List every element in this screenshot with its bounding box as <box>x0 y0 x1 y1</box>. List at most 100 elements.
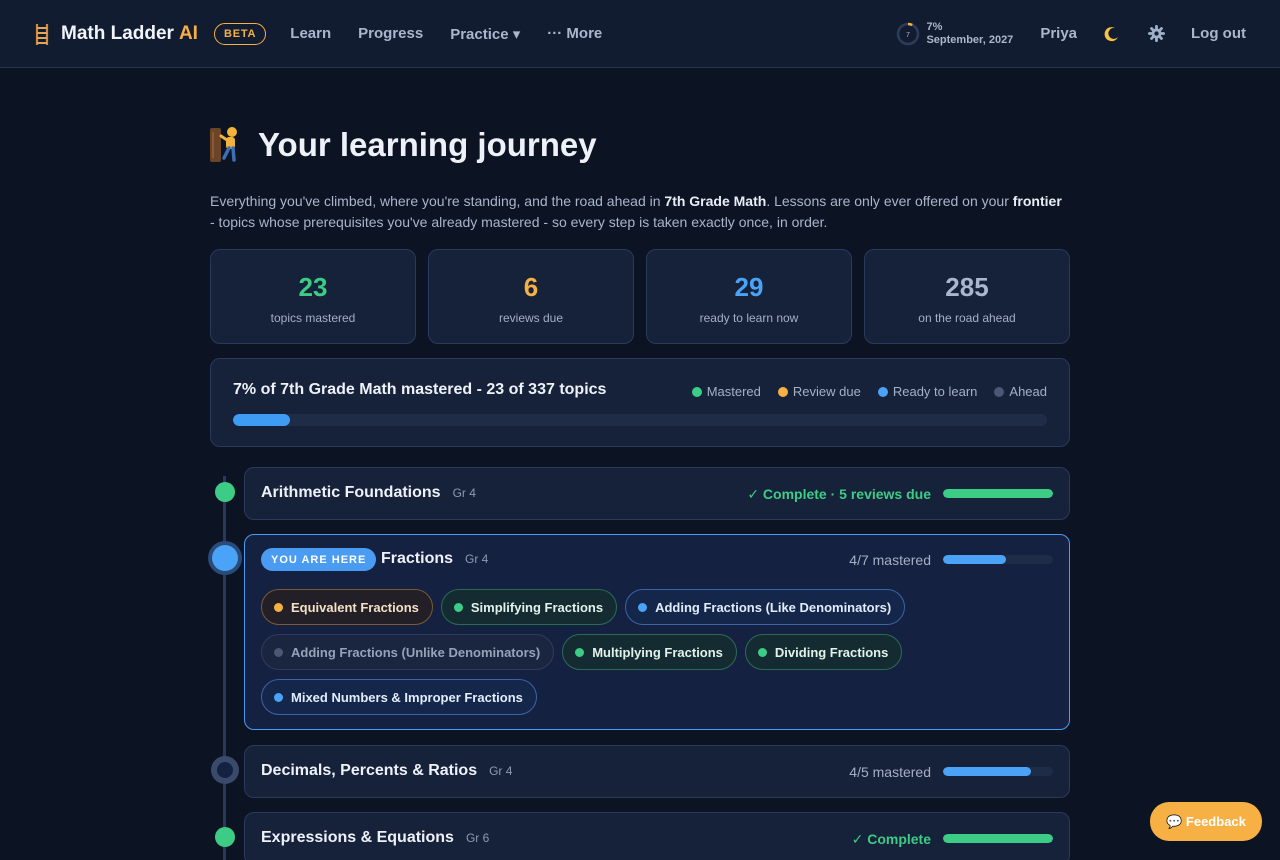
goal-progress-indicator[interactable]: 7 7% September, 2027 <box>896 21 1013 47</box>
topic-status-dot <box>453 602 463 612</box>
legend-label: Mastered <box>706 384 761 399</box>
unit-card[interactable]: Expressions & Equations Gr 6 ✓ Complete <box>244 812 1070 860</box>
legend-dot <box>994 386 1005 397</box>
timeline-line <box>223 476 226 860</box>
stat-card: 285 on the road ahead <box>864 249 1070 344</box>
intro-text-part-1: Everything you've climbed, where you're … <box>210 193 665 209</box>
timeline-node <box>214 482 235 502</box>
unit-card[interactable]: Decimals, Percents & Ratios Gr 4 4/5 maste… <box>244 745 1070 798</box>
overall-progress-title: 7% of 7th Grade Math mastered - 23 of 33… <box>233 381 607 398</box>
unit-title: Arithmetic Foundations Gr 4 <box>261 484 476 502</box>
nav-progress[interactable]: Progress <box>358 25 423 42</box>
topic-status-dot <box>274 647 283 657</box>
unit-progress-bar <box>943 767 1053 776</box>
timeline-node <box>214 827 235 847</box>
topic-chip[interactable]: Adding Fractions (Like Denominators) <box>625 589 906 625</box>
topic-chip[interactable]: Multiplying Fractions <box>562 634 737 670</box>
topic-chip[interactable]: Mixed Numbers & Improper Fractions <box>261 679 537 715</box>
unit-progress-bar <box>943 834 1053 843</box>
unit-status: ✓ Complete <box>851 831 931 847</box>
topic-chip[interactable]: Dividing Fractions <box>744 634 903 670</box>
legend-item: Review due <box>777 384 861 399</box>
goal-date: September, 2027 <box>926 33 1014 46</box>
you-are-here-badge: YOU ARE HERE <box>261 548 377 571</box>
stat-label: ready to learn now <box>699 311 799 325</box>
stat-value: 23 <box>298 272 328 302</box>
unit-title: Fractions Gr 4 <box>381 550 488 568</box>
unit-progress-fill <box>943 555 1006 564</box>
user-name[interactable]: Priya <box>1040 25 1077 42</box>
brand-name: Math Ladder <box>61 22 174 44</box>
topic-label: Simplifying Fractions <box>470 599 604 615</box>
unit-title: Decimals, Percents & Ratios Gr 4 <box>261 762 512 780</box>
topic-label: Adding Fractions (Unlike Denominators) <box>291 644 541 660</box>
intro-text-part-2: . Lessons are only ever offered on your <box>766 193 1013 209</box>
legend-item: Ahead <box>994 384 1047 399</box>
intro-frontier-term: frontier <box>1012 193 1062 209</box>
nav-practice-dropdown[interactable]: Practice ▾ <box>450 25 520 43</box>
topic-label: Multiplying Fractions <box>592 644 723 660</box>
top-navigation-bar: Math Ladder AI BETA Learn Progress Pract… <box>0 0 1280 68</box>
legend-dot <box>777 386 788 397</box>
topic-label: Dividing Fractions <box>774 644 889 660</box>
stat-label: on the road ahead <box>918 311 1016 325</box>
topic-chip[interactable]: Equivalent Fractions <box>261 589 433 625</box>
nav-learn[interactable]: Learn <box>290 25 331 42</box>
unit-title: Expressions & Equations Gr 6 <box>261 829 489 847</box>
unit-progress-bar <box>943 555 1053 564</box>
legend-item: Ready to learn <box>877 384 978 399</box>
stat-card: 23 topics mastered <box>210 249 416 344</box>
intro-text: Everything you've climbed, where you're … <box>210 191 1070 233</box>
stat-card: 6 reviews due <box>428 249 634 344</box>
topic-status-dot <box>638 602 648 612</box>
nav-more-menu[interactable]: ··· More <box>547 25 602 42</box>
beta-badge: BETA <box>213 22 267 45</box>
brand-ai-label: AI <box>178 22 198 44</box>
unit-progress-fill <box>943 834 1053 843</box>
brand-logo[interactable]: Math Ladder AI <box>32 22 198 46</box>
goal-ring-number: 7 <box>907 32 911 39</box>
overall-progress-bar <box>233 414 1047 426</box>
timeline-node <box>214 760 235 780</box>
unit-progress-fill <box>943 767 1031 776</box>
goal-percent: 7% <box>926 20 943 33</box>
unit-card[interactable]: Arithmetic Foundations Gr 4 ✓ Complete · 5… <box>244 467 1070 520</box>
topic-chip[interactable]: Simplifying Fractions <box>440 589 618 625</box>
feedback-button[interactable]: 💬 Feedback <box>1150 802 1262 841</box>
unit-status: ✓ Complete · 5 reviews due <box>747 486 931 502</box>
logout-button[interactable]: Log out <box>1191 25 1246 42</box>
unit-grade: Gr 6 <box>465 831 490 845</box>
unit-progress-bar <box>943 489 1053 498</box>
topic-status-dot <box>274 602 283 612</box>
unit-card[interactable]: YOU ARE HERE Fractions Gr 4 4/7 mastered Equ… <box>244 534 1070 730</box>
overall-progress-card: 7% of 7th Grade Math mastered - 23 of 33… <box>210 358 1070 447</box>
intro-course-name: 7th Grade Math <box>664 193 767 209</box>
unit-grade: Gr 4 <box>452 486 476 500</box>
topic-status-dot <box>274 692 283 702</box>
moon-icon[interactable] <box>1103 25 1121 43</box>
chip-row: Adding Fractions (Unlike Denominators) Mu… <box>261 634 1061 670</box>
legend-item: Mastered <box>691 384 761 399</box>
unit-name: Arithmetic Foundations <box>261 484 441 501</box>
unit-grade: Gr 4 <box>465 552 489 566</box>
climber-icon <box>210 127 237 162</box>
gear-icon[interactable] <box>1147 25 1165 43</box>
topic-chip[interactable]: Adding Fractions (Unlike Denominators) <box>261 634 555 670</box>
unit-status: 4/7 mastered <box>849 552 931 568</box>
topic-label: Equivalent Fractions <box>291 599 419 615</box>
stats-row: 23 topics mastered 6 reviews due 29 ready to … <box>210 249 1070 344</box>
legend-label: Ahead <box>1009 384 1047 399</box>
stat-value: 29 <box>734 272 764 302</box>
topic-status-dot <box>575 647 585 657</box>
legend-label: Ready to learn <box>892 384 978 399</box>
topic-chips: Equivalent Fractions Simplifying Fraction… <box>261 589 1061 724</box>
timeline-node <box>211 545 238 571</box>
legend-dot <box>691 386 702 397</box>
topic-label: Mixed Numbers & Improper Fractions <box>291 689 523 705</box>
overall-progress-fill <box>233 414 290 426</box>
main-nav: Learn Progress Practice ▾ ··· More <box>290 25 629 43</box>
ladder-icon <box>35 23 49 45</box>
chip-row: Equivalent Fractions Simplifying Fraction… <box>261 589 1061 625</box>
topic-status-dot <box>757 647 767 657</box>
goal-progress-ring: 7 <box>897 22 920 45</box>
